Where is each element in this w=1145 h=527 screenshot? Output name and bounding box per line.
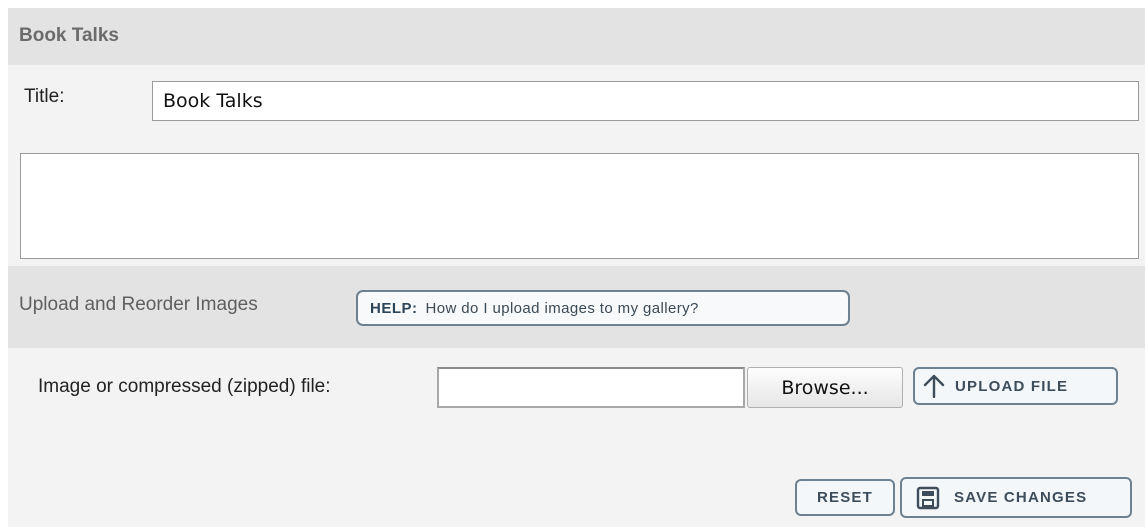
- file-label: Image or compressed (zipped) file:: [38, 376, 331, 397]
- title-input[interactable]: [152, 81, 1139, 121]
- help-prefix: HELP:: [370, 299, 418, 317]
- upload-label: UPLOAD FILE: [955, 377, 1069, 395]
- floppy-disk-icon: [916, 486, 940, 509]
- file-path-input[interactable]: [437, 367, 745, 408]
- browse-button[interactable]: Browse...: [747, 367, 903, 408]
- help-upload-images-button[interactable]: HELP: How do I upload images to my galle…: [356, 290, 850, 326]
- arrow-up-icon: [923, 374, 945, 398]
- save-label: SAVE CHANGES: [954, 489, 1088, 506]
- description-textarea[interactable]: [20, 153, 1139, 259]
- reset-button[interactable]: RESET: [795, 479, 895, 516]
- section-title: Book Talks: [19, 25, 119, 46]
- upload-file-button[interactable]: UPLOAD FILE: [913, 367, 1118, 405]
- help-text: How do I upload images to my gallery?: [425, 299, 699, 317]
- reset-label: RESET: [816, 489, 873, 506]
- section-title: Upload and Reorder Images: [19, 294, 258, 315]
- gallery-settings-panel: Book Talks Title: Upload and Reorder Ima…: [8, 8, 1145, 527]
- title-label: Title:: [24, 86, 65, 107]
- save-changes-button[interactable]: SAVE CHANGES: [900, 477, 1132, 518]
- section-header-book-talks: Book Talks: [8, 8, 1145, 65]
